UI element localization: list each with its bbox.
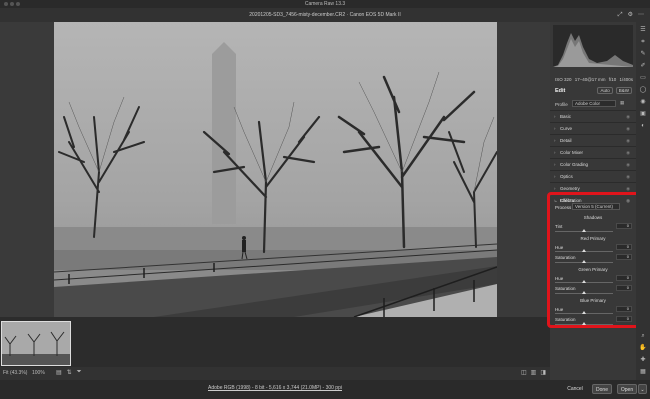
profile-browser-icon[interactable]: ▦ <box>620 100 624 106</box>
section-basic[interactable]: › Basic ◉ <box>550 110 636 122</box>
snapshots-icon[interactable]: ▣ <box>639 110 647 118</box>
section-color-mixer[interactable]: › Color Mixer ◉ <box>550 146 636 158</box>
iso-value: ISO 320 <box>555 77 572 82</box>
compare-view-icon[interactable]: ◫ <box>521 369 527 376</box>
done-button[interactable]: Done <box>592 384 612 394</box>
image-canvas[interactable] <box>0 22 550 317</box>
histogram <box>553 25 633 67</box>
auto-button[interactable]: Auto <box>597 87 613 94</box>
window-title: Camera Raw 13.3 <box>304 1 346 7</box>
open-options-chevron-icon[interactable]: ⌄ <box>638 384 647 394</box>
open-button[interactable]: Open <box>617 384 637 394</box>
profile-label: Profile <box>555 102 568 107</box>
more-icon[interactable]: ⋯ <box>638 11 644 19</box>
gear-icon[interactable]: ⚙ <box>628 11 633 19</box>
filmstrip <box>0 317 550 367</box>
edit-sliders-icon[interactable]: ☰ <box>639 26 647 34</box>
minimize-dot[interactable] <box>10 2 14 6</box>
cancel-button[interactable]: Cancel <box>566 384 584 394</box>
filmstrip-icon[interactable]: ▤ <box>56 369 62 376</box>
sort-icon[interactable]: ⇅ <box>67 369 72 376</box>
mask-brush-icon[interactable]: ✐ <box>639 62 647 70</box>
lens-value: 17–40@17 mm <box>574 77 606 82</box>
profile-value: Adobe Color <box>575 101 601 106</box>
section-label: Color Mixer <box>560 150 584 155</box>
fullscreen-icon[interactable]: ⤢ <box>618 11 623 19</box>
section-color-grading[interactable]: › Color Grading ◉ <box>550 158 636 170</box>
section-optics[interactable]: › Optics ◉ <box>550 170 636 182</box>
workflow-options-link[interactable]: Adobe RGB (1998) - 8 bit - 5,616 x 3,744… <box>0 385 550 391</box>
view-bar: Fit (43.3%) 100% ▤ ⇅ ⏷ ◫ ▥ ◨ <box>0 367 550 380</box>
footer-bar: Adobe RGB (1998) - 8 bit - 5,616 x 3,744… <box>0 380 650 399</box>
file-title: 20201205-SD3_7456-misty-december.CR2 · C… <box>249 12 401 18</box>
close-dot[interactable] <box>4 2 8 6</box>
filmstrip-thumbnail[interactable] <box>1 321 71 366</box>
section-label: Basic <box>560 114 572 119</box>
before-after-icon[interactable]: ▥ <box>531 369 537 376</box>
red-eye-icon[interactable]: ◉ <box>639 98 647 106</box>
zoom-dot[interactable] <box>16 2 20 6</box>
section-label: Geometry <box>560 186 580 191</box>
section-label: Detail <box>560 138 572 143</box>
section-label: Optics <box>560 174 573 179</box>
section-curve[interactable]: › Curve ◉ <box>550 122 636 134</box>
zoom-tool-icon[interactable]: ⌕ <box>639 332 647 340</box>
graduated-filter-icon[interactable]: ▭ <box>639 74 647 82</box>
filter-icon[interactable]: ⏷ <box>77 369 82 376</box>
section-detail[interactable]: › Detail ◉ <box>550 134 636 146</box>
aperture-value: f/10 <box>608 77 617 82</box>
shutter-value: 1/400s <box>619 77 633 82</box>
sampler-icon[interactable]: ✚ <box>639 356 647 364</box>
photo-preview[interactable] <box>54 22 497 317</box>
radial-filter-icon[interactable]: ◯ <box>639 86 647 94</box>
window-controls[interactable] <box>4 2 20 6</box>
edit-title: Edit <box>555 88 566 94</box>
crop-icon[interactable]: ⌗ <box>639 38 647 46</box>
presets-icon[interactable]: ◐ <box>639 122 647 130</box>
calibration-highlight-box <box>547 192 641 328</box>
healing-icon[interactable]: ✎ <box>639 50 647 58</box>
zoom-100-button[interactable]: 100% <box>32 370 45 376</box>
camera-raw-window: Camera Raw 13.3 20201205-SD3_7456-misty-… <box>0 0 650 399</box>
tool-strip: ☰ ⌗ ✎ ✐ ▭ ◯ ◉ ▣ ◐ ⌕ ✋ ✚ ▦ <box>636 22 650 380</box>
section-label: Curve <box>560 126 573 131</box>
zoom-fit-menu[interactable]: Fit (43.3%) <box>3 370 27 376</box>
title-bar: Camera Raw 13.3 <box>0 0 650 8</box>
hand-tool-icon[interactable]: ✋ <box>639 344 647 352</box>
section-label: Color Grading <box>560 162 589 167</box>
grid-overlay-icon[interactable]: ▦ <box>639 368 647 376</box>
bw-button[interactable]: B&W <box>615 87 632 94</box>
file-header: 20201205-SD3_7456-misty-december.CR2 · C… <box>0 8 650 22</box>
exif-info: ISO 320 17–40@17 mm f/10 1/400s <box>555 77 633 82</box>
profile-select[interactable]: Adobe Color <box>572 100 616 107</box>
toggle-settings-icon[interactable]: ◨ <box>540 369 546 376</box>
